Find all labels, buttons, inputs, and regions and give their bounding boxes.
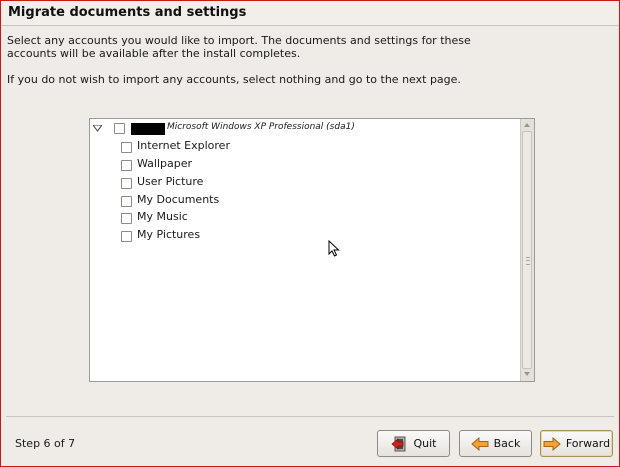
step-indicator: Step 6 of 7 <box>15 437 76 450</box>
item-label: User Picture <box>137 175 204 188</box>
grip-icon <box>526 257 530 265</box>
list-item[interactable]: My Music <box>121 209 421 226</box>
checkbox[interactable] <box>121 160 132 171</box>
page-title: Migrate documents and settings <box>8 5 247 20</box>
redacted-username <box>131 123 165 135</box>
checkbox[interactable] <box>121 196 132 207</box>
checkbox[interactable] <box>121 231 132 242</box>
quit-label: Quit <box>413 437 437 450</box>
item-label: Internet Explorer <box>137 139 230 152</box>
quit-icon <box>390 436 409 452</box>
item-label: Wallpaper <box>137 157 193 170</box>
forward-arrow-icon <box>543 436 561 451</box>
scrollbar-thumb[interactable] <box>522 131 532 369</box>
accounts-tree[interactable]: Microsoft Windows XP Professional (sda1)… <box>89 118 535 382</box>
item-label: My Pictures <box>137 228 201 241</box>
mouse-pointer-icon <box>328 240 340 257</box>
forward-button[interactable]: Forward <box>540 430 613 457</box>
back-label: Back <box>493 437 521 450</box>
scroll-down-icon[interactable] <box>524 372 530 376</box>
tree-view: Microsoft Windows XP Professional (sda1)… <box>90 119 520 381</box>
expander-icon[interactable] <box>92 123 102 133</box>
scroll-up-icon[interactable] <box>524 123 530 127</box>
item-label: My Documents <box>137 193 220 206</box>
back-button[interactable]: Back <box>459 430 532 457</box>
checkbox[interactable] <box>121 213 132 224</box>
quit-button[interactable]: Quit <box>377 430 450 457</box>
list-item[interactable]: My Documents <box>121 192 421 209</box>
back-arrow-icon <box>470 436 489 451</box>
list-item[interactable]: Internet Explorer <box>121 138 421 155</box>
checkbox[interactable] <box>121 142 132 153</box>
vertical-scrollbar[interactable] <box>520 119 534 381</box>
item-label: My Music <box>137 210 188 223</box>
list-item[interactable]: User Picture <box>121 174 421 191</box>
root-label: Microsoft Windows XP Professional (sda1) <box>167 122 355 132</box>
forward-label: Forward <box>565 437 611 450</box>
list-item[interactable]: Wallpaper <box>121 156 421 173</box>
intro-hint: If you do not wish to import any account… <box>7 73 461 86</box>
tree-root-row[interactable]: Microsoft Windows XP Professional (sda1) <box>90 120 520 137</box>
footer-separator <box>6 416 614 417</box>
intro-text: Select any accounts you would like to im… <box>7 34 471 60</box>
checkbox[interactable] <box>121 178 132 189</box>
title-band: Migrate documents and settings <box>1 1 619 26</box>
list-item[interactable]: My Pictures <box>121 227 421 244</box>
root-checkbox[interactable] <box>114 123 125 134</box>
